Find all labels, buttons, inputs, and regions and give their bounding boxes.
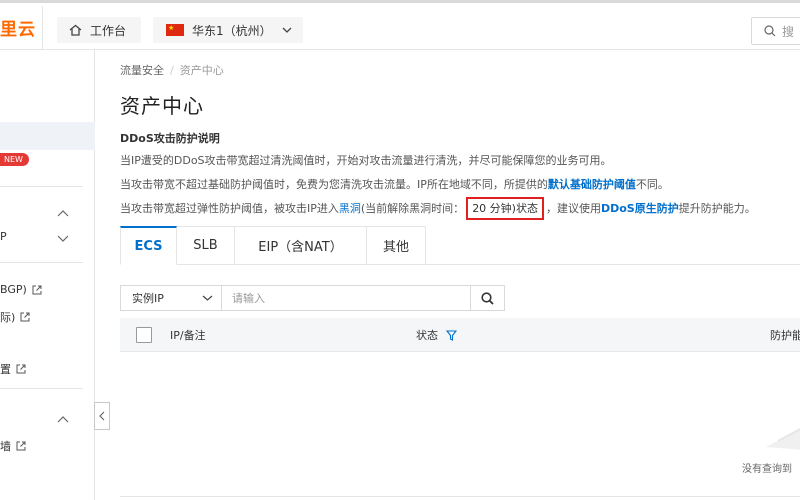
column-status: 状态 xyxy=(416,327,457,343)
home-icon xyxy=(69,24,82,36)
breadcrumb-current: 资产中心 xyxy=(179,64,224,77)
chevron-down-icon[interactable] xyxy=(57,235,69,242)
default-threshold-link[interactable]: 默认基础防护阈值 xyxy=(548,178,636,191)
new-badge: NEW xyxy=(0,153,29,166)
divider xyxy=(42,6,43,50)
top-bar: 里云 工作台 华东1（杭州） 搜 xyxy=(0,0,800,50)
filter-bar: 实例IP 请输入 xyxy=(120,285,505,311)
info-text: 当攻击带宽不超过基础防护阈值时，免费为您清洗攻击流量。IP所在地域不同，所提供的 xyxy=(120,178,548,191)
breadcrumb: 流量安全 / 资产中心 xyxy=(120,62,224,78)
region-label: 华东1（杭州） xyxy=(192,23,272,38)
sidebar-item-1[interactable]: P xyxy=(0,230,7,243)
blackhole-link[interactable]: 黑洞 xyxy=(339,202,361,215)
info-text: ，建议使用 xyxy=(545,202,601,215)
logo[interactable]: 里云 xyxy=(0,15,36,40)
external-link-icon xyxy=(16,364,26,374)
info-text: (当前解除黑洞时间： xyxy=(360,202,465,215)
info-text: 提升防护能力。 xyxy=(678,202,756,215)
china-flag-icon xyxy=(166,24,184,36)
select-all-checkbox[interactable] xyxy=(136,327,152,343)
search-icon xyxy=(481,291,494,305)
breadcrumb-parent[interactable]: 流量安全 xyxy=(120,64,164,77)
sidebar-item-label: 墙 xyxy=(0,440,11,453)
tab-slb[interactable]: SLB xyxy=(177,226,235,265)
filter-type-select[interactable]: 实例IP xyxy=(120,285,222,311)
filter-search-input[interactable]: 请输入 xyxy=(222,285,471,311)
region-selector[interactable]: 华东1（杭州） xyxy=(153,17,303,43)
column-status-label: 状态 xyxy=(416,329,438,342)
filter-icon[interactable] xyxy=(446,329,457,341)
breadcrumb-separator: / xyxy=(170,64,174,77)
filter-select-value: 实例IP xyxy=(132,292,164,305)
tab-ecs[interactable]: ECS xyxy=(120,226,177,265)
sidebar-item-intl[interactable]: 际) xyxy=(0,309,30,325)
empty-state-illustration-icon xyxy=(766,428,800,450)
info-line-1: 当IP遭受的DDoS攻击带宽超过清洗阈值时，开始对攻击流量进行清洗，并尽可能保障… xyxy=(120,154,612,167)
page-title: 资产中心 xyxy=(120,94,204,118)
sidebar-item-config[interactable]: 置 xyxy=(0,361,26,377)
sidebar-item-label: BGP) xyxy=(0,283,27,296)
blackhole-time-highlight: 20 分钟)状态 xyxy=(466,197,544,220)
ddos-info-panel: DDoS攻击防护说明 当IP遭受的DDoS攻击带宽超过清洗阈值时，开始对攻击流量… xyxy=(120,130,800,224)
sidebar-divider xyxy=(0,186,83,187)
tab-eip[interactable]: EIP（含NAT） xyxy=(235,226,367,265)
empty-state-text: 没有查询到 xyxy=(742,464,792,475)
chevron-down-icon xyxy=(282,27,292,33)
workbench-button[interactable]: 工作台 xyxy=(57,17,141,43)
filter-search-button[interactable] xyxy=(471,285,505,311)
external-link-icon xyxy=(20,312,30,322)
main-content: 流量安全 / 资产中心 资产中心 DDoS攻击防护说明 当IP遭受的DDoS攻击带宽… xyxy=(96,50,800,500)
table-header: IP/备注 状态 防护能 xyxy=(120,318,800,352)
sidebar-item-label: 置 xyxy=(0,363,11,376)
info-text: 不同。 xyxy=(635,178,669,191)
chevron-up-icon[interactable] xyxy=(57,210,69,217)
filter-input-placeholder: 请输入 xyxy=(232,292,265,305)
chevron-up-icon[interactable] xyxy=(57,416,69,423)
asset-tabs: ECS SLB EIP（含NAT） 其他 xyxy=(120,226,426,265)
ddos-native-protection-link[interactable]: DDoS原生防护 xyxy=(601,202,679,215)
external-link-icon xyxy=(32,285,42,294)
sidebar-divider xyxy=(0,388,83,389)
sidebar-item-bgp[interactable]: BGP) xyxy=(0,283,42,296)
sidebar-item-label: P xyxy=(0,230,7,243)
sidebar-item-active[interactable] xyxy=(0,122,95,150)
tab-other[interactable]: 其他 xyxy=(367,226,426,265)
info-heading: DDoS攻击防护说明 xyxy=(120,132,220,145)
table-bottom-border xyxy=(120,496,800,497)
column-ip: IP/备注 xyxy=(170,329,206,342)
global-search-input[interactable]: 搜 xyxy=(751,17,800,45)
sidebar: NEW P BGP) 际) 置 墙 xyxy=(0,50,95,500)
search-icon xyxy=(764,25,776,37)
column-protection: 防护能 xyxy=(770,329,800,342)
chevron-down-icon xyxy=(202,295,213,301)
sidebar-divider xyxy=(0,262,83,263)
sidebar-item-firewall[interactable]: 墙 xyxy=(0,438,26,454)
info-line-2: 当攻击带宽不超过基础防护阈值时，免费为您清洗攻击流量。IP所在地域不同，所提供的… xyxy=(120,176,800,192)
workbench-label: 工作台 xyxy=(90,23,127,38)
sidebar-item-label: 际) xyxy=(0,311,16,324)
info-text: 当攻击带宽超过弹性防护阈值，被攻击IP进入 xyxy=(120,202,339,215)
tabs-divider xyxy=(426,264,800,265)
external-link-icon xyxy=(16,441,26,451)
search-placeholder: 搜 xyxy=(782,24,795,39)
info-line-3: 当攻击带宽超过弹性防护阈值，被攻击IP进入黑洞(当前解除黑洞时间： 20 分钟)状… xyxy=(120,197,800,220)
